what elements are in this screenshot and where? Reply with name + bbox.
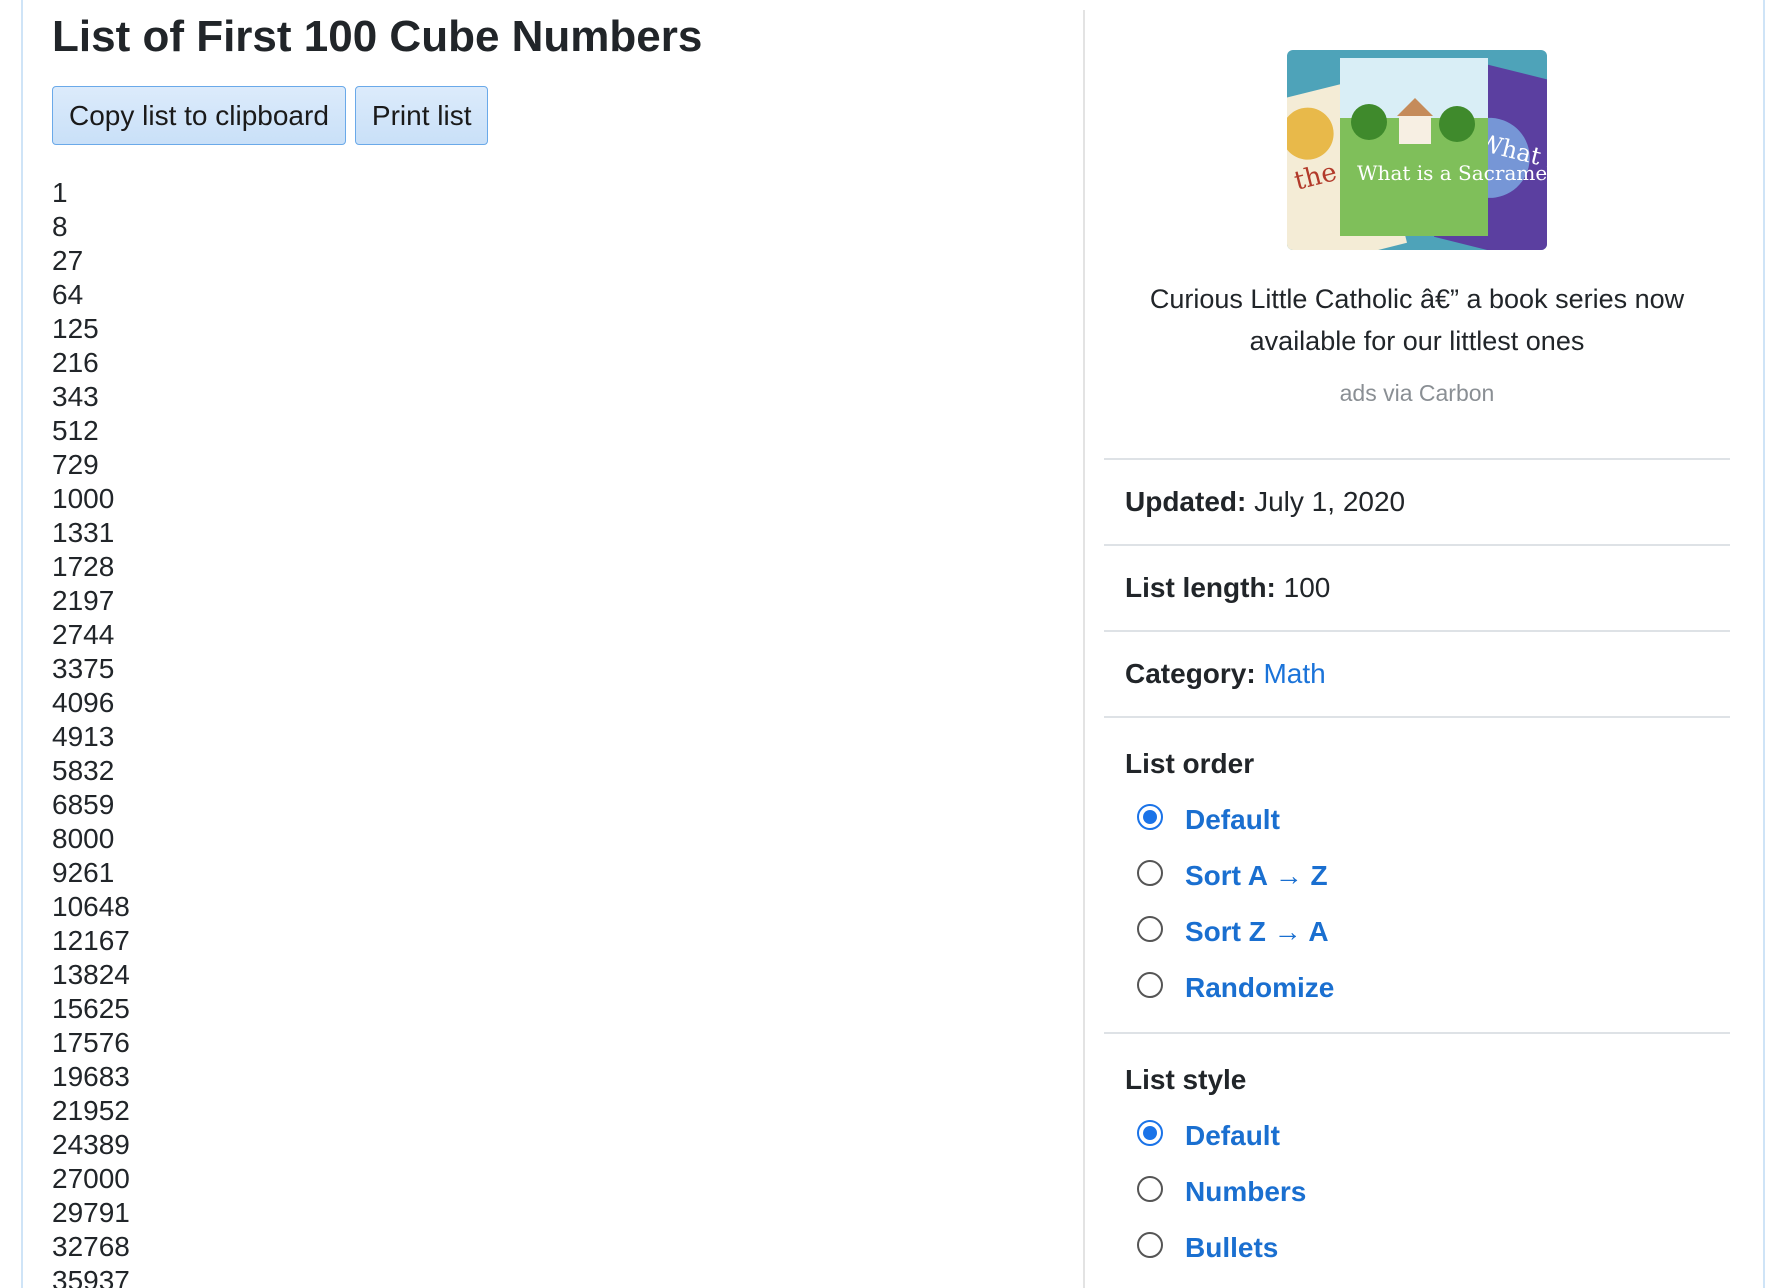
list-item: 2744 xyxy=(52,619,115,650)
ad-credit[interactable]: ads via Carbon xyxy=(1104,380,1730,407)
sidebar: the Euchari What is Vocat What is a Sacr… xyxy=(1104,0,1730,1288)
updated-row: Updated: July 1, 2020 xyxy=(1104,458,1730,544)
list-order-group: List order Default Sort A → Z Sort Z → A… xyxy=(1104,716,1730,1016)
updated-value: July 1, 2020 xyxy=(1254,486,1406,517)
list-item: 13824 xyxy=(52,959,130,990)
list-style-numbers[interactable]: Numbers xyxy=(1125,1164,1730,1220)
toolbar: Copy list to clipboard Print list xyxy=(52,86,489,145)
radio-label[interactable]: Sort A → Z xyxy=(1185,860,1328,892)
page-title: List of First 100 Cube Numbers xyxy=(52,12,703,61)
list-item: 5832 xyxy=(52,755,115,786)
list-item: 3375 xyxy=(52,653,115,684)
radio-label[interactable]: Bullets xyxy=(1185,1232,1278,1264)
category-link[interactable]: Math xyxy=(1263,658,1325,689)
radio-icon[interactable] xyxy=(1137,804,1163,830)
list-item: 35937 xyxy=(52,1265,130,1288)
ad-image[interactable]: the Euchari What is Vocat What is a Sacr… xyxy=(1287,50,1547,250)
list-item: 21952 xyxy=(52,1095,130,1126)
radio-icon[interactable] xyxy=(1137,1232,1163,1258)
list-order-default[interactable]: Default xyxy=(1125,792,1730,848)
list-item: 8000 xyxy=(52,823,115,854)
radio-label[interactable]: Numbers xyxy=(1185,1176,1306,1208)
list-item: 1331 xyxy=(52,517,115,548)
left-border xyxy=(21,0,23,1288)
radio-label[interactable]: Sort Z → A xyxy=(1185,916,1329,948)
list-order-randomize[interactable]: Randomize xyxy=(1125,960,1730,1016)
list-item: 19683 xyxy=(52,1061,130,1092)
list-item: 27000 xyxy=(52,1163,130,1194)
ad-text[interactable]: Curious Little Catholic â€” a book serie… xyxy=(1104,278,1730,362)
list-item: 1 xyxy=(52,177,68,208)
list-order-title: List order xyxy=(1125,748,1255,779)
list-item: 1000 xyxy=(52,483,115,514)
list-item: 32768 xyxy=(52,1231,130,1262)
list-order-sort-a-z[interactable]: Sort A → Z xyxy=(1125,848,1730,904)
book-title-sacrament: What is a Sacrame xyxy=(1357,161,1547,185)
radio-icon[interactable] xyxy=(1137,1120,1163,1146)
list-item: 4913 xyxy=(52,721,115,752)
list-item: 10648 xyxy=(52,891,130,922)
print-list-button[interactable]: Print list xyxy=(354,86,489,145)
updated-label: Updated: xyxy=(1125,486,1247,517)
list-item: 24389 xyxy=(52,1129,130,1160)
radio-icon[interactable] xyxy=(1137,916,1163,942)
radio-label[interactable]: Default xyxy=(1185,804,1280,836)
column-divider xyxy=(1083,10,1085,1288)
list-item: 729 xyxy=(52,449,99,480)
list-item: 2197 xyxy=(52,585,115,616)
list-item: 216 xyxy=(52,347,99,378)
list-item: 6859 xyxy=(52,789,115,820)
list-item: 27 xyxy=(52,245,84,276)
radio-icon[interactable] xyxy=(1137,860,1163,886)
radio-label[interactable]: Randomize xyxy=(1185,972,1334,1004)
list-item: 125 xyxy=(52,313,99,344)
radio-icon[interactable] xyxy=(1137,1176,1163,1202)
list-style-bullets[interactable]: Bullets xyxy=(1125,1220,1730,1276)
list-item: 17576 xyxy=(52,1027,130,1058)
list-item: 12167 xyxy=(52,925,130,956)
radio-icon[interactable] xyxy=(1137,972,1163,998)
list-length-value: 100 xyxy=(1283,572,1331,603)
copy-list-button[interactable]: Copy list to clipboard xyxy=(52,86,346,145)
category-row: Category: Math xyxy=(1104,630,1730,716)
list-item: 9261 xyxy=(52,857,115,888)
list-item: 8 xyxy=(52,211,68,242)
list-item: 64 xyxy=(52,279,84,310)
list-item: 29791 xyxy=(52,1197,130,1228)
list-style-group: List style Default Numbers Bullets xyxy=(1104,1032,1730,1276)
cube-number-list: 1 8 27 64 125 216 343 512 729 1000 1331 1728 2197 274… xyxy=(52,176,130,1288)
list-item: 4096 xyxy=(52,687,115,718)
book-covers-image: the Euchari What is Vocat What is a Sacr… xyxy=(1287,50,1547,250)
carbon-ad: the Euchari What is Vocat What is a Sacr… xyxy=(1104,50,1730,407)
list-style-default[interactable]: Default xyxy=(1125,1108,1730,1164)
category-label: Category: xyxy=(1125,658,1256,689)
page: List of First 100 Cube Numbers Copy list… xyxy=(0,0,1774,1288)
right-border xyxy=(1763,0,1765,1288)
list-item: 1728 xyxy=(52,551,115,582)
list-order-sort-z-a[interactable]: Sort Z → A xyxy=(1125,904,1730,960)
list-item: 512 xyxy=(52,415,99,446)
list-length-row: List length: 100 xyxy=(1104,544,1730,630)
list-item: 15625 xyxy=(52,993,130,1024)
main-content: List of First 100 Cube Numbers Copy list… xyxy=(52,0,1072,1288)
list-length-label: List length: xyxy=(1125,572,1276,603)
list-item: 343 xyxy=(52,381,99,412)
list-style-title: List style xyxy=(1125,1064,1247,1095)
radio-label[interactable]: Default xyxy=(1185,1120,1280,1152)
